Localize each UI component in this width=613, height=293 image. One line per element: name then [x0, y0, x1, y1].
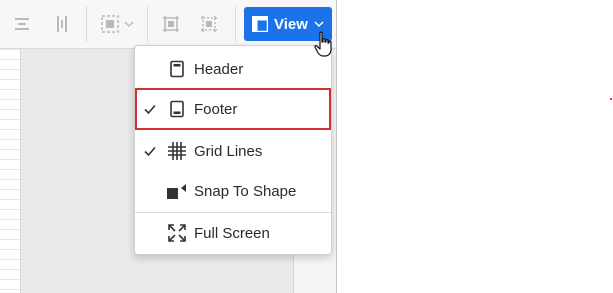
menu-item-footer[interactable]: Footer	[135, 88, 331, 130]
menu-item-grid-lines[interactable]: Grid Lines	[135, 132, 331, 170]
toolbar-separator	[147, 6, 148, 42]
view-dropdown-menu: Header Footer Grid Lines Snap To Shape F…	[134, 45, 332, 255]
menu-item-snap-to-shape[interactable]: Snap To Shape	[135, 172, 331, 210]
view-button-label: View	[274, 15, 308, 33]
footer-icon	[166, 98, 188, 120]
header-icon	[166, 58, 188, 80]
ungroup-icon	[201, 16, 217, 32]
marker-dot	[610, 98, 612, 100]
snap-to-shape-icon	[166, 180, 188, 202]
selection-icon	[101, 15, 119, 33]
menu-separator	[135, 212, 331, 213]
vertical-ruler	[0, 49, 21, 293]
menu-item-label: Snap To Shape	[194, 182, 297, 200]
check-icon	[144, 146, 156, 157]
check-icon	[144, 104, 156, 115]
group-icon	[163, 16, 179, 32]
ungroup-button[interactable]	[193, 8, 225, 40]
chevron-down-icon	[124, 21, 134, 27]
menu-item-label: Full Screen	[194, 224, 270, 242]
full-screen-icon	[166, 222, 188, 244]
toolbar: View	[0, 0, 336, 49]
distribute-vertical-button[interactable]	[46, 8, 78, 40]
menu-item-header[interactable]: Header	[135, 50, 331, 88]
distribute-vertical-icon	[57, 16, 67, 32]
chevron-down-icon	[314, 21, 324, 28]
menu-item-full-screen[interactable]: Full Screen	[135, 214, 331, 252]
view-layout-icon	[252, 16, 268, 32]
toolbar-separator	[86, 6, 87, 42]
hand-cursor-icon	[314, 31, 332, 57]
distribute-horizontal-icon	[15, 18, 29, 30]
menu-item-label: Footer	[194, 100, 238, 118]
selection-dropdown[interactable]	[94, 8, 140, 40]
distribute-horizontal-button[interactable]	[6, 8, 38, 40]
grid-lines-icon	[166, 140, 188, 162]
menu-item-label: Grid Lines	[194, 142, 263, 160]
menu-item-label: Header	[194, 60, 244, 78]
group-button[interactable]	[155, 8, 187, 40]
toolbar-separator	[235, 6, 236, 42]
